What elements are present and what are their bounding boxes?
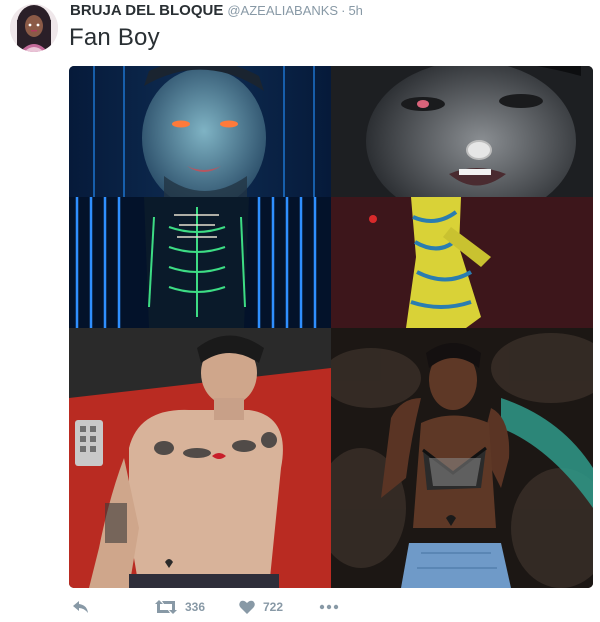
reply-icon (73, 601, 88, 613)
media-collage[interactable] (69, 66, 593, 588)
more-button[interactable] (319, 604, 339, 610)
like-button[interactable]: 722 (239, 600, 283, 614)
retweet-button[interactable]: 336 (155, 600, 205, 614)
user-handle[interactable]: @AZEALIABANKS (227, 3, 338, 18)
timestamp[interactable]: 5h (348, 3, 362, 18)
neon-suit-blue-stripes (69, 197, 331, 328)
collage-tile-2[interactable] (331, 66, 593, 197)
like-count: 722 (263, 600, 284, 614)
yellow-bodysuit-performer (331, 197, 593, 328)
tweet-actions: 336 722 (69, 600, 369, 618)
face-portrait-blue-light (69, 66, 331, 197)
tweet-text: Fan Boy (69, 24, 160, 51)
woman-lying-on-fur (331, 328, 593, 588)
face-portrait-monochrome (331, 66, 593, 197)
collage-tile-3[interactable] (69, 197, 331, 328)
display-name[interactable]: BRUJA DEL BLOQUE (70, 2, 223, 19)
retweet-count: 336 (185, 600, 206, 614)
collage-tile-4[interactable] (331, 197, 593, 328)
tweet-header: BRUJA DEL BLOQUE @AZEALIABANKS · 5h (70, 2, 363, 22)
collage-tile-6[interactable] (331, 328, 593, 588)
collage-tile-5[interactable] (69, 328, 331, 588)
more-icon (319, 604, 339, 610)
avatar[interactable] (10, 4, 58, 52)
shirtless-tattooed-man (69, 328, 331, 588)
tweet: BRUJA DEL BLOQUE @AZEALIABANKS · 5h Fan Boy (0, 0, 600, 622)
collage-tile-1[interactable] (69, 66, 331, 197)
reply-button[interactable] (72, 600, 89, 614)
retweet-icon (155, 600, 177, 614)
avatar-image (10, 4, 58, 52)
heart-icon (239, 600, 255, 614)
separator-dot: · (341, 3, 346, 18)
